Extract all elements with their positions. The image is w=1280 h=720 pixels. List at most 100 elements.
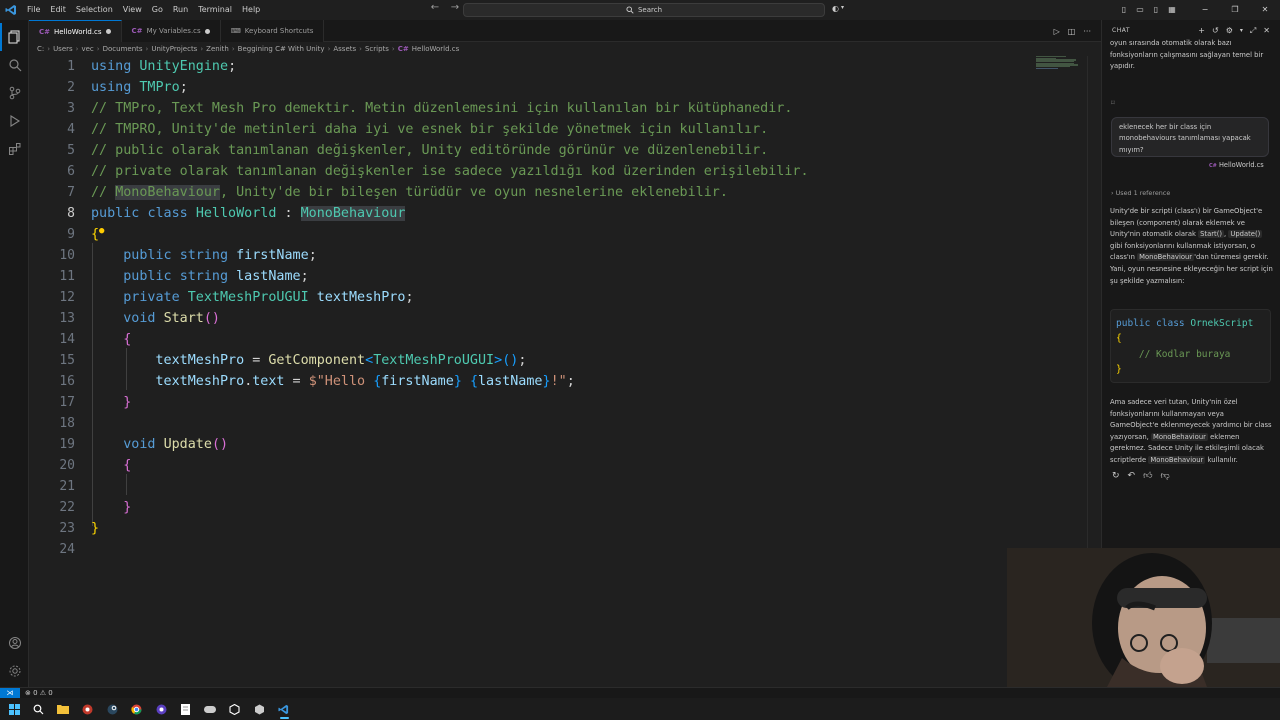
command-center-search[interactable]: Search — [463, 3, 825, 17]
code-line: 17 } — [59, 395, 132, 410]
obs-icon[interactable] — [149, 698, 174, 720]
code-line: 10 public string firstName; — [59, 248, 317, 263]
windows-start-icon[interactable] — [2, 698, 27, 720]
toggle-primary-sidebar-icon[interactable]: ▯ — [1116, 0, 1132, 20]
chat-code-block[interactable]: public class OrnekScript { // Kodlar bur… — [1110, 309, 1271, 383]
reference-chip[interactable]: C# HelloWorld.cs — [1209, 161, 1264, 169]
code-line: 23} — [59, 521, 100, 536]
minimap[interactable] — [1036, 56, 1080, 78]
menu-edit[interactable]: Edit — [45, 0, 71, 20]
run-debug-icon[interactable] — [0, 107, 29, 135]
tab-helloworld[interactable]: C# HelloWorld.cs — [29, 20, 122, 42]
more-actions-icon[interactable]: ··· — [1083, 27, 1091, 36]
menu-run[interactable]: Run — [168, 0, 193, 20]
inline-code[interactable]: MonoBehaviour — [1137, 253, 1195, 262]
breadcrumb-item[interactable]: Documents — [103, 45, 143, 53]
breadcrumb-item[interactable]: Scripts — [365, 45, 389, 53]
source-control-icon[interactable] — [0, 79, 29, 107]
unsaved-dot-icon[interactable] — [204, 28, 210, 34]
code-line: 9{● — [29, 224, 1029, 245]
chrome-icon[interactable] — [125, 698, 150, 720]
thumbs-up-icon[interactable]: 👍︎ — [1143, 471, 1152, 481]
menu-selection[interactable]: Selection — [71, 0, 118, 20]
retry-icon[interactable]: ↻ — [1112, 471, 1120, 481]
problems-count[interactable]: ⊗ 0 ⚠ 0 — [25, 689, 53, 697]
search-icon — [626, 6, 634, 14]
breadcrumb-item[interactable]: Zenith — [206, 45, 229, 53]
breadcrumb-item[interactable]: Users — [53, 45, 73, 53]
restore-icon[interactable]: ❐ — [1220, 0, 1250, 20]
minimize-icon[interactable]: − — [1190, 0, 1220, 20]
thumbs-down-icon[interactable]: 👎︎ — [1161, 471, 1170, 481]
history-icon[interactable]: ↺ — [1212, 25, 1219, 37]
menu-help[interactable]: Help — [237, 0, 265, 20]
menu-bar: File Edit Selection View Go Run Terminal… — [22, 0, 265, 20]
breadcrumb-item[interactable]: vec — [81, 45, 93, 53]
back-arrow-icon[interactable]: ← — [428, 2, 442, 13]
game-controller-icon[interactable] — [198, 698, 223, 720]
tab-label: My Variables.cs — [146, 27, 201, 35]
settings-gear-icon[interactable] — [0, 657, 29, 685]
new-chat-icon[interactable]: + — [1198, 25, 1205, 37]
code-editor[interactable]: 1 using UnityEngine; 2 using TMPro; 3// TM… — [29, 56, 1101, 687]
copilot-icon[interactable]: ◐ — [832, 4, 839, 13]
inline-code[interactable]: Start() — [1198, 230, 1225, 239]
file-explorer-icon[interactable] — [51, 698, 76, 720]
used-references-toggle[interactable]: › Used 1 reference — [1111, 189, 1170, 197]
taskbar-search-icon[interactable] — [27, 698, 52, 720]
toggle-secondary-sidebar-icon[interactable]: ▯ — [1148, 0, 1164, 20]
title-bar: File Edit Selection View Go Run Terminal… — [0, 0, 1280, 20]
steam-icon[interactable] — [100, 698, 125, 720]
unsaved-dot-icon[interactable] — [105, 29, 111, 34]
undo-icon[interactable]: ↶ — [1128, 471, 1136, 481]
extensions-icon[interactable] — [0, 135, 29, 163]
breadcrumb-item[interactable]: HelloWorld.cs — [412, 45, 460, 53]
code-line: 3// TMPro, Text Mesh Pro demektir. Metin… — [67, 101, 793, 116]
inline-code[interactable]: MonoBehaviour — [1148, 455, 1206, 464]
breadcrumb-item[interactable]: Assets — [333, 45, 356, 53]
inline-code[interactable]: MonoBehaviour — [1150, 432, 1208, 441]
run-icon[interactable]: ▷ — [1054, 27, 1060, 36]
chevron-down-icon[interactable]: ▾ — [1240, 25, 1243, 37]
menu-terminal[interactable]: Terminal — [193, 0, 237, 20]
tab-keyboard-shortcuts[interactable]: ⌨ Keyboard Shortcuts — [220, 20, 325, 42]
split-editor-icon[interactable]: ◫ — [1068, 27, 1076, 36]
remote-indicator-icon[interactable]: ⋊ — [0, 687, 20, 699]
notepad-icon[interactable] — [174, 698, 199, 720]
chat-answer-part1: Unity'de bir scripti (class'ı) bir GameO… — [1110, 207, 1273, 285]
explorer-icon[interactable] — [0, 23, 29, 51]
menu-view[interactable]: View — [118, 0, 147, 20]
code-line: 7// MonoBehaviour, Unity'de bir bileşen … — [67, 185, 728, 200]
unity-hub-icon[interactable] — [247, 698, 272, 720]
breadcrumb-item[interactable]: Beggining C# With Unity — [238, 45, 325, 53]
user-message-text: eklenecek her bir class için monobehavio… — [1119, 123, 1251, 154]
activity-bar — [0, 20, 29, 687]
forward-arrow-icon[interactable]: → — [448, 2, 462, 13]
code-line-current: 8 public class HelloWorld : MonoBehaviour — [67, 206, 406, 221]
close-window-icon[interactable]: ✕ — [1250, 0, 1280, 20]
unity-icon[interactable] — [223, 698, 248, 720]
tab-my-variables[interactable]: C# My Variables.cs — [121, 20, 221, 42]
close-icon[interactable]: ✕ — [1263, 25, 1270, 37]
code-line: 20 { — [59, 458, 132, 473]
search-activity-icon[interactable] — [0, 51, 29, 79]
breadcrumb-item[interactable]: C: — [37, 45, 44, 53]
chevron-down-icon[interactable]: ▾ — [841, 4, 844, 13]
maximize-icon[interactable]: ⤢ — [1250, 25, 1256, 37]
vscode-taskbar-icon[interactable] — [272, 698, 297, 720]
inline-code[interactable]: Update() — [1228, 230, 1263, 239]
breadcrumb-item[interactable]: UnityProjects — [151, 45, 197, 53]
toggle-panel-icon[interactable]: ▭ — [1132, 0, 1148, 20]
accounts-icon[interactable] — [0, 629, 29, 657]
recorder-app-icon[interactable] — [76, 698, 101, 720]
tab-label: HelloWorld.cs — [54, 27, 102, 36]
menu-file[interactable]: File — [22, 0, 45, 20]
title-right-controls: ▯ ▭ ▯ ▦ − ❐ ✕ — [1116, 0, 1280, 20]
customize-layout-icon[interactable]: ▦ — [1164, 0, 1180, 20]
chat-settings-icon[interactable]: ⚙ — [1226, 25, 1233, 37]
lightbulb-icon[interactable]: ● — [99, 221, 104, 242]
code-line: 6// private olarak tanımlanan değişkenle… — [67, 164, 809, 179]
menu-go[interactable]: Go — [147, 0, 168, 20]
chat-response-text: oyun sırasında otomatik olarak bazı fonk… — [1110, 39, 1264, 71]
csharp-file-icon: C# — [39, 27, 51, 36]
